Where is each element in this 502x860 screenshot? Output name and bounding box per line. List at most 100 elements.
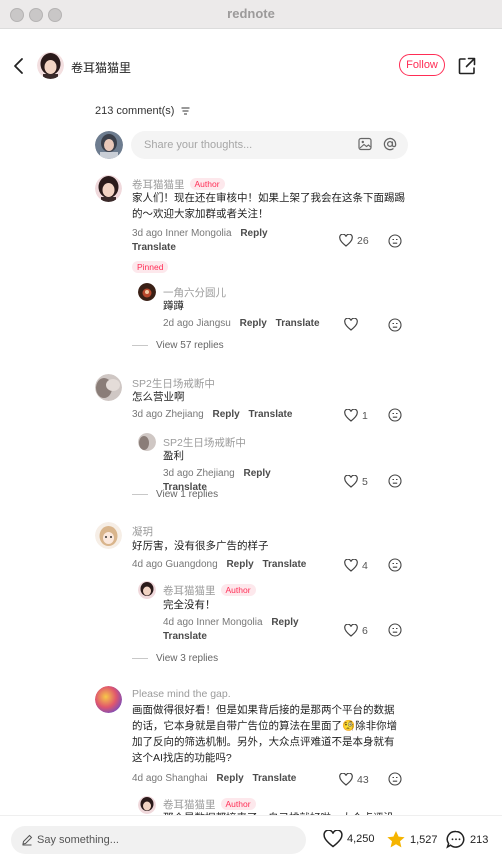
comment-count-label: 213 comment(s) [95,105,175,117]
sort-icon[interactable] [181,107,190,115]
reply-button[interactable]: Reply [240,228,267,239]
like-button[interactable]: 6 [344,624,368,637]
reply-time: 2d ago [163,318,194,329]
back-arrow-icon[interactable] [10,56,28,76]
translate-button[interactable]: Translate [276,318,320,329]
reply-button[interactable]: Reply [226,559,253,570]
reply-author-name-text: 卷耳猫猫里 [163,585,216,597]
view-replies-label: View 57 replies [156,340,224,351]
title-bar: rednote [0,0,502,29]
comment-count[interactable]: 213 comment(s) [95,105,190,117]
comment-text: 怎么营业啊 [132,391,185,403]
dislike-icon[interactable] [388,558,402,572]
heart-icon [339,234,353,247]
dislike-icon[interactable] [388,474,402,488]
like-count: 26 [357,234,369,247]
bottom-action-bar: Say something... 4,250 1,527 213 [0,815,502,860]
like-button[interactable]: 43 [339,773,369,786]
dislike-icon[interactable] [388,234,402,248]
comment-time: 4d ago [132,773,163,784]
translate-button[interactable]: Translate [252,773,296,784]
mention-icon[interactable] [383,137,397,151]
view-replies-link[interactable]: View 1 replies [132,489,218,500]
reply-location: Jiangsu [196,318,231,329]
comment-text: 好厉害，没有很多广告的样子 [132,540,269,552]
commenter-name[interactable]: 凝玥 [132,524,153,539]
reply-button[interactable]: Reply [213,409,240,420]
reply-avatar[interactable] [138,433,156,451]
collect-stat[interactable]: 1,527 [386,830,438,849]
reply-avatar[interactable] [138,581,156,599]
author-badge: Author [220,584,256,596]
commenter-avatar[interactable] [95,522,122,549]
reply-avatar[interactable] [138,796,156,814]
like-total: 4,250 [347,833,375,845]
comment-time: 3d ago [132,409,163,420]
comment-time: 3d ago [132,228,163,239]
comment-stat[interactable]: 213 [446,830,488,849]
follow-button[interactable]: Follow [399,54,445,76]
like-count: 43 [357,773,369,786]
translate-button[interactable]: Translate [163,631,207,642]
translate-button[interactable]: Translate [249,409,293,420]
image-icon[interactable] [358,137,372,151]
translate-button[interactable]: Translate [262,559,306,570]
say-something-input[interactable]: Say something... [11,826,306,854]
dislike-icon[interactable] [388,408,402,422]
reply-text: 盈利 [163,450,184,462]
heart-icon [344,475,358,488]
like-button[interactable]: 5 [344,475,368,488]
collect-total: 1,527 [410,833,438,846]
reply-location: Zhejiang [196,468,235,479]
divider [132,657,148,659]
reply-time: 4d ago [163,617,194,628]
comment-location: Inner Mongolia [165,228,232,239]
note-header: 卷耳猫猫里 Follow [0,28,502,104]
like-stat[interactable]: 4,250 [323,830,375,848]
reply-text: 蹲蹲 [163,300,184,312]
author-name[interactable]: 卷耳猫猫里 [71,59,131,76]
commenter-name[interactable]: Please mind the gap. [132,688,231,700]
comment-meta: 3d ago Inner Mongolia Reply [132,228,268,239]
view-replies-link[interactable]: View 3 replies [132,653,218,664]
heart-icon [344,559,358,572]
like-button[interactable]: 1 [344,409,368,422]
heart-icon [339,773,353,786]
reply-text: 完全没有！ [163,599,216,611]
divider [132,344,148,346]
translate-button[interactable]: Translate [132,242,176,253]
current-user-avatar [95,131,123,159]
comment-text: 家人们！现在还在审核中！如果上架了我会在这条下面踢踢的～欢迎大家加群或者关注！ [132,192,405,220]
heart-icon[interactable] [344,318,358,331]
author-avatar[interactable] [37,52,64,79]
dislike-icon[interactable] [388,623,402,637]
dislike-icon[interactable] [388,772,402,786]
view-replies-label: View 1 replies [156,489,219,500]
reply-button[interactable]: Reply [240,318,267,329]
reply-button[interactable]: Reply [271,617,298,628]
share-icon[interactable] [457,56,477,76]
commenter-avatar[interactable] [95,175,122,202]
view-replies-link[interactable]: View 57 replies [132,340,224,351]
reply-avatar[interactable] [138,283,156,301]
view-replies-label: View 3 replies [156,653,219,664]
like-button[interactable]: 4 [344,559,368,572]
reply-button[interactable]: Reply [216,773,243,784]
heart-icon [323,830,343,848]
comment-total: 213 [470,833,489,846]
reply-button[interactable]: Reply [244,468,271,479]
commenter-avatar[interactable] [95,374,122,401]
comment-time: 4d ago [132,559,163,570]
pinned-badge: Pinned [132,261,169,273]
app-window: rednote 卷耳猫猫里 Follow 213 comment(s) Shar… [0,0,502,860]
reply-meta: 2d ago Jiangsu Reply Translate [163,318,320,329]
like-button[interactable]: 26 [339,234,369,247]
comment-location: Zhejiang [165,409,204,420]
like-count: 5 [362,475,368,488]
reply-time: 3d ago [163,468,194,479]
reply-author-name[interactable]: 卷耳猫猫里 Author [163,583,256,598]
commenter-avatar[interactable] [95,686,122,713]
window-title: rednote [227,6,275,21]
dislike-icon[interactable] [388,318,402,332]
star-icon [387,831,405,848]
